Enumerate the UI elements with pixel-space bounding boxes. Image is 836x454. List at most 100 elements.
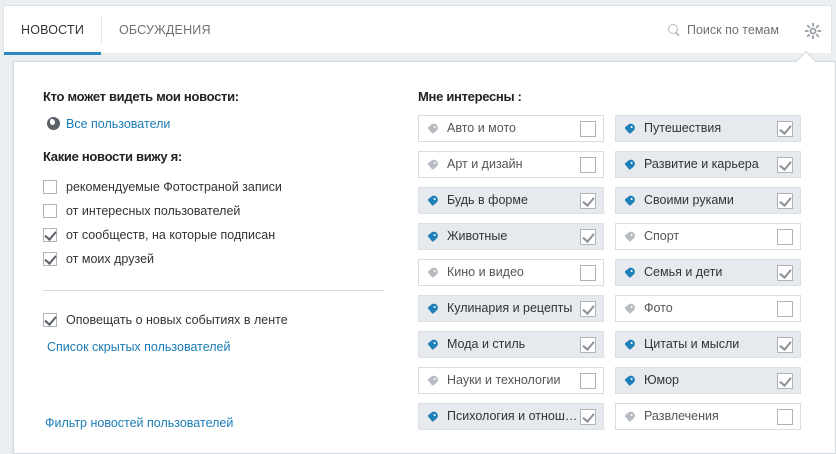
tag-icon — [427, 374, 440, 386]
tag-icon — [427, 302, 440, 314]
interest-checkbox-checked[interactable] — [580, 301, 596, 317]
interest-item[interactable]: Науки и технологии — [418, 367, 604, 394]
interest-item[interactable]: Спорт — [615, 223, 801, 250]
gear-icon[interactable] — [804, 22, 822, 40]
interest-label: Мода и стиль — [447, 337, 526, 351]
tag-icon — [427, 410, 440, 422]
interest-label: Арт и дизайн — [447, 157, 523, 171]
tag-icon — [624, 158, 637, 170]
tag-icon — [624, 302, 637, 314]
interest-checkbox-checked[interactable] — [777, 373, 793, 389]
feed-option-interesting-users[interactable]: от интересных пользователей — [43, 204, 240, 220]
interest-checkbox-checked[interactable] — [580, 409, 596, 425]
interest-item[interactable]: Психология и отнош… — [418, 403, 604, 430]
interest-label: Будь в форме — [447, 193, 528, 207]
tag-icon — [427, 230, 440, 242]
interest-item[interactable]: Кино и видео — [418, 259, 604, 286]
interest-checkbox[interactable] — [777, 409, 793, 425]
feed-option-label: от сообществ, на которые подписан — [66, 228, 276, 242]
checkbox[interactable] — [43, 204, 57, 218]
interest-label: Животные — [447, 229, 508, 243]
interest-checkbox-checked[interactable] — [777, 265, 793, 281]
tag-icon — [624, 410, 637, 422]
interest-item[interactable]: Юмор — [615, 367, 801, 394]
topic-search[interactable]: Поиск по темам — [667, 6, 779, 54]
visibility-heading: Кто может видеть мои новости: — [43, 89, 239, 104]
interest-label: Семья и дети — [644, 265, 723, 279]
tab-discussions[interactable]: ОБСУЖДЕНИЯ — [119, 6, 211, 54]
interest-checkbox[interactable] — [580, 373, 596, 389]
interest-checkbox-checked[interactable] — [777, 193, 793, 209]
interest-item[interactable]: Семья и дети — [615, 259, 801, 286]
interest-item[interactable]: Цитаты и мысли — [615, 331, 801, 358]
interest-item[interactable]: Мода и стиль — [418, 331, 604, 358]
interests-heading: Мне интересны : — [418, 89, 522, 104]
interest-item[interactable]: Развитие и карьера — [615, 151, 801, 178]
checkbox-checked[interactable] — [43, 313, 57, 327]
interest-label: Спорт — [644, 229, 680, 243]
interest-label: Психология и отнош… — [447, 409, 578, 423]
checkbox-checked[interactable] — [43, 252, 57, 266]
feed-heading: Какие новости вижу я: — [43, 149, 182, 164]
tag-icon — [624, 194, 637, 206]
interest-checkbox[interactable] — [580, 157, 596, 173]
interest-checkbox-checked[interactable] — [777, 157, 793, 173]
interest-label: Юмор — [644, 373, 679, 387]
tab-divider — [101, 16, 102, 44]
globe-icon — [47, 117, 60, 130]
feed-option-friends[interactable]: от моих друзей — [43, 252, 154, 268]
news-filter-link[interactable]: Фильтр новостей пользователей — [45, 416, 233, 430]
feed-option-recommended[interactable]: рекомендуемые Фотостраной записи — [43, 180, 282, 196]
tag-icon — [427, 122, 440, 134]
hidden-users-link[interactable]: Список скрытых пользователей — [47, 340, 230, 354]
feed-option-communities[interactable]: от сообществ, на которые подписан — [43, 228, 275, 244]
interest-label: Фото — [644, 301, 673, 315]
tag-icon — [624, 230, 637, 242]
interest-checkbox-checked[interactable] — [580, 337, 596, 353]
divider — [43, 290, 384, 291]
interest-label: Развитие и карьера — [644, 157, 759, 171]
interest-checkbox-checked[interactable] — [580, 193, 596, 209]
tag-icon — [624, 266, 637, 278]
feed-option-label: рекомендуемые Фотостраной записи — [66, 180, 282, 194]
tag-icon — [427, 338, 440, 350]
interest-label: Кулинария и рецепты — [447, 301, 573, 315]
interest-checkbox[interactable] — [580, 121, 596, 137]
interest-item[interactable]: Авто и мото — [418, 115, 604, 142]
interest-checkbox[interactable] — [777, 301, 793, 317]
tag-icon — [624, 338, 637, 350]
interest-checkbox-checked[interactable] — [580, 229, 596, 245]
interest-item[interactable]: Своими руками — [615, 187, 801, 214]
checkbox-checked[interactable] — [43, 228, 57, 242]
tag-icon — [427, 158, 440, 170]
interest-label: Авто и мото — [447, 121, 516, 135]
tag-icon — [624, 122, 637, 134]
interest-item[interactable]: Будь в форме — [418, 187, 604, 214]
interest-checkbox-checked[interactable] — [777, 121, 793, 137]
tab-news[interactable]: НОВОСТИ — [4, 6, 101, 55]
interest-checkbox[interactable] — [580, 265, 596, 281]
notify-label: Оповещать о новых событиях в ленте — [66, 313, 288, 327]
interest-label: Науки и технологии — [447, 373, 561, 387]
search-placeholder: Поиск по темам — [687, 23, 779, 37]
notify-option[interactable]: Оповещать о новых событиях в ленте — [43, 313, 288, 329]
feed-option-label: от интересных пользователей — [66, 204, 241, 218]
checkbox[interactable] — [43, 180, 57, 194]
interest-checkbox[interactable] — [777, 229, 793, 245]
interest-item[interactable]: Арт и дизайн — [418, 151, 604, 178]
interest-label: Цитаты и мысли — [644, 337, 740, 351]
feed-option-label: от моих друзей — [66, 252, 155, 266]
tab-bar: НОВОСТИ ОБСУЖДЕНИЯ Поиск по темам — [3, 5, 832, 55]
tag-icon — [427, 266, 440, 278]
interest-item[interactable]: Животные — [418, 223, 604, 250]
visibility-value: Все пользователи — [66, 117, 171, 131]
interest-item[interactable]: Фото — [615, 295, 801, 322]
interest-item[interactable]: Кулинария и рецепты — [418, 295, 604, 322]
interest-item[interactable]: Развлечения — [615, 403, 801, 430]
visibility-selector[interactable]: Все пользователи — [47, 117, 170, 131]
interest-item[interactable]: Путешествия — [615, 115, 801, 142]
interest-checkbox-checked[interactable] — [777, 337, 793, 353]
interest-label: Развлечения — [644, 409, 719, 423]
interest-label: Кино и видео — [447, 265, 524, 279]
interest-label: Своими руками — [644, 193, 734, 207]
